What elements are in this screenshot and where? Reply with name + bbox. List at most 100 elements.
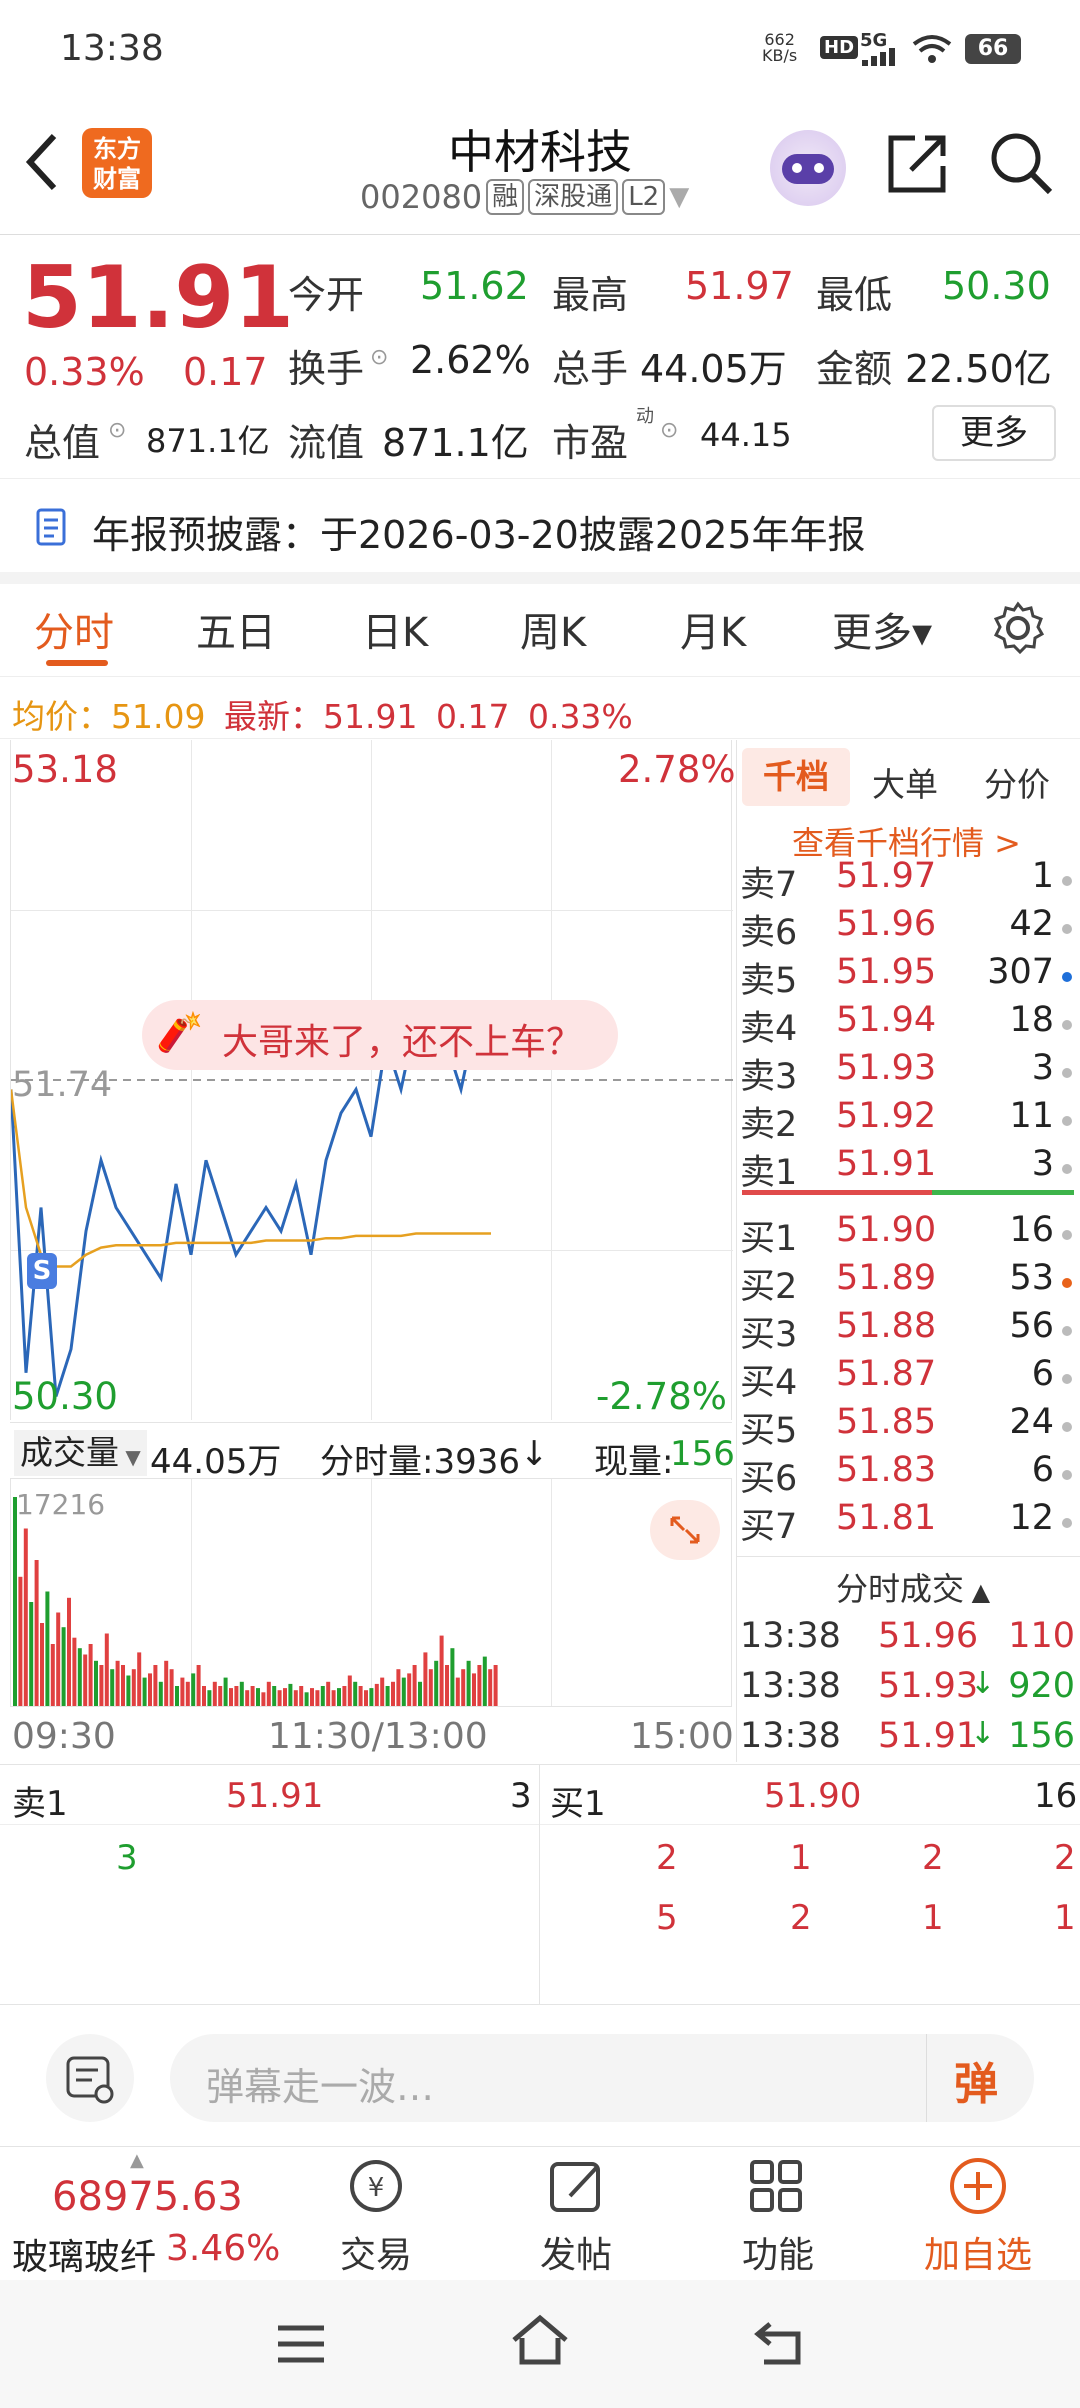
share-icon[interactable] <box>885 130 951 196</box>
info-icon[interactable]: ⊙ <box>370 345 388 370</box>
volume-max: 17216 <box>16 1488 106 1521</box>
ask-dot <box>1062 1164 1072 1174</box>
volume-bar <box>342 1686 347 1707</box>
sell-order-item: 3 <box>116 1838 138 1878</box>
function-button[interactable]: 功能 <box>688 2150 868 2276</box>
volume-bar <box>250 1686 255 1707</box>
buy-order-item: 5 <box>656 1898 678 1938</box>
ask-row[interactable]: 卖3 51.93 3 <box>740 1048 1072 1097</box>
home-icon[interactable] <box>510 2314 570 2368</box>
ask-volume: 1 <box>1031 856 1054 896</box>
tab-5day[interactable]: 五日 <box>196 600 276 658</box>
ask-volume: 307 <box>987 952 1054 992</box>
bid-label: 买5 <box>740 1411 798 1451</box>
tab-monthly-k[interactable]: 月K <box>680 600 746 658</box>
pe-sup: 动 <box>636 406 654 427</box>
net-speed-unit: KB/s <box>762 46 798 65</box>
volume-bar <box>299 1686 304 1707</box>
ask-volume: 3 <box>1031 1048 1054 1088</box>
bid-volume: 12 <box>1009 1498 1054 1538</box>
volume-bar <box>229 1688 233 1707</box>
volume-label: 总手 <box>552 347 629 391</box>
y-max: 53.18 <box>12 748 118 791</box>
tab-more[interactable]: 更多▾ <box>832 600 932 658</box>
post-button[interactable]: 发帖 <box>486 2150 666 2276</box>
tab-big-orders[interactable]: 大单 <box>872 758 938 806</box>
ask-volume: 18 <box>1009 1000 1054 1040</box>
status-time: 13:38 <box>60 28 164 69</box>
ask-label: 卖6 <box>740 913 798 953</box>
info-icon[interactable]: ⊙ <box>108 418 126 443</box>
bid-row[interactable]: 买3 51.88 56 <box>740 1306 1072 1355</box>
volume-bar <box>77 1648 82 1707</box>
ask-price: 51.93 <box>836 1048 937 1088</box>
volume-bar <box>104 1633 109 1707</box>
bid-row[interactable]: 买4 51.87 6 <box>740 1354 1072 1403</box>
danmaku-input[interactable]: 弹幕走一波… 弹 <box>170 2034 1034 2122</box>
volume-bar <box>175 1686 179 1707</box>
tab-price-dist[interactable]: 分价 <box>984 758 1050 806</box>
back-icon[interactable] <box>754 2318 808 2368</box>
stock-code: 002080 <box>360 178 483 216</box>
volume-bar <box>428 1669 433 1707</box>
bid-row[interactable]: 买6 51.83 6 <box>740 1450 1072 1499</box>
notice-text[interactable]: 年报预披露：于2026-03-20披露2025年年报 <box>92 504 866 559</box>
ticks-title[interactable]: 分时成交 ▲ <box>836 1564 990 1610</box>
danmaku-send-icon[interactable]: 弹 <box>954 2048 998 2112</box>
volume-chart[interactable] <box>10 1478 732 1707</box>
bid-dot <box>1062 1470 1072 1480</box>
volume-bar <box>13 1497 17 1707</box>
ask-dot <box>1062 924 1072 934</box>
ask-volume: 42 <box>1009 904 1054 944</box>
ticks-title-text: 分时成交 <box>836 1570 965 1608</box>
volume-bar <box>88 1644 93 1707</box>
ask-row[interactable]: 卖6 51.96 42 <box>740 904 1072 953</box>
ask-row[interactable]: 卖7 51.97 1 <box>740 856 1072 905</box>
bid-row[interactable]: 买5 51.85 24 <box>740 1402 1072 1451</box>
volume-bar <box>326 1681 331 1707</box>
index-value[interactable]: 68975.63 <box>52 2174 243 2220</box>
tick-price: 51.96 <box>878 1616 979 1656</box>
bid-row[interactable]: 买2 51.89 53 <box>740 1258 1072 1307</box>
volume-selector[interactable]: 成交量 ▼ <box>14 1430 147 1476</box>
bid-row[interactable]: 买7 51.81 12 <box>740 1498 1072 1547</box>
ask-row[interactable]: 卖2 51.92 11 <box>740 1096 1072 1145</box>
promo-banner[interactable]: 🧨 大哥来了，还不上车？ <box>142 1000 618 1070</box>
index-name[interactable]: 玻璃玻纤 <box>12 2228 156 2280</box>
ask-row[interactable]: 卖5 51.95 307 <box>740 952 1072 1001</box>
tab-intraday[interactable]: 分时 <box>34 600 114 658</box>
ask-row[interactable]: 卖1 51.91 3 <box>740 1144 1072 1193</box>
info-icon[interactable]: ⊙ <box>660 418 678 443</box>
tick-price: 51.91 <box>878 1716 979 1756</box>
bid-label: 买7 <box>740 1507 798 1547</box>
volume-bar <box>196 1665 201 1707</box>
danmaku-settings-icon[interactable] <box>46 2034 134 2122</box>
menu-icon[interactable] <box>276 2322 326 2366</box>
chevron-down-icon[interactable]: ▼ <box>669 182 689 212</box>
tab-weekly-k[interactable]: 周K <box>520 600 586 658</box>
gear-icon[interactable] <box>990 600 1046 656</box>
tab-daily-k[interactable]: 日K <box>362 600 428 658</box>
add-watchlist-button[interactable]: 加自选 <box>888 2150 1068 2276</box>
ask-label: 卖7 <box>740 865 798 905</box>
ask-row[interactable]: 卖4 51.94 18 <box>740 1000 1072 1049</box>
volume-bar <box>401 1677 406 1707</box>
trade-button[interactable]: ¥ 交易 <box>284 2150 464 2276</box>
net-speed: 662 KB/s <box>762 32 797 64</box>
bid-row[interactable]: 买1 51.90 16 <box>740 1210 1072 1259</box>
price-chart[interactable] <box>10 740 733 1420</box>
s-marker-icon[interactable]: S <box>27 1253 57 1289</box>
volume-bar <box>288 1683 293 1707</box>
expand-icon[interactable] <box>650 1500 720 1560</box>
tab-level-book[interactable]: 千档 <box>742 748 850 806</box>
more-button[interactable]: 更多 <box>932 405 1056 461</box>
robot-avatar-icon[interactable] <box>770 130 846 206</box>
volume-bar <box>293 1690 298 1707</box>
volume-bar <box>331 1690 336 1707</box>
volume-bar <box>180 1677 185 1707</box>
bid-volume: 56 <box>1009 1306 1054 1346</box>
buy-order-item: 2 <box>790 1898 812 1938</box>
search-icon[interactable] <box>988 130 1054 196</box>
volume-bar <box>223 1677 228 1707</box>
ask-volume: 11 <box>1009 1096 1054 1136</box>
